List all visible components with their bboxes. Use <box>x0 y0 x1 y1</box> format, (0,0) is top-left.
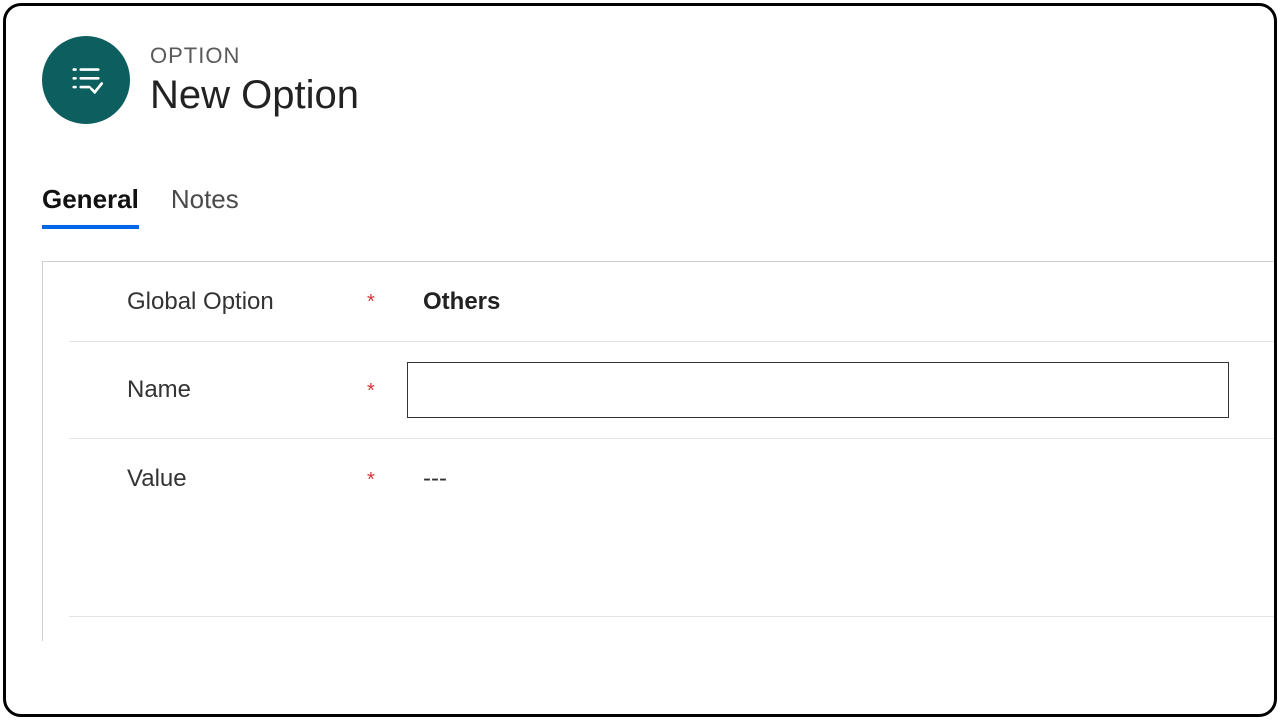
content-area: OPTION New Option General Notes Global O… <box>6 6 1274 714</box>
required-mark: * <box>367 467 407 492</box>
option-icon <box>42 36 130 124</box>
page-frame: OPTION New Option General Notes Global O… <box>3 3 1277 717</box>
row-global-option: Global Option * Others C <box>69 262 1277 342</box>
spacer-row <box>69 519 1277 617</box>
form-panel: Global Option * Others C Name * Value * … <box>42 261 1277 641</box>
page-header: OPTION New Option <box>42 36 1274 124</box>
value-global-option[interactable]: Others <box>407 288 1269 316</box>
label-name: Name <box>127 376 367 404</box>
input-wrap-name <box>407 362 1269 418</box>
page-title: New Option <box>150 73 359 117</box>
row-name: Name * <box>69 342 1277 439</box>
required-mark: * <box>367 378 407 403</box>
tab-general[interactable]: General <box>42 184 139 229</box>
value-value[interactable]: --- <box>407 465 1269 493</box>
header-eyebrow: OPTION <box>150 43 359 69</box>
label-value: Value <box>127 465 367 493</box>
required-mark: * <box>367 289 407 314</box>
label-global-option: Global Option <box>127 288 367 316</box>
row-value: Value * --- <box>69 439 1277 519</box>
tab-bar: General Notes <box>42 184 1274 229</box>
tab-notes[interactable]: Notes <box>171 184 239 229</box>
input-name[interactable] <box>407 362 1229 418</box>
header-text: OPTION New Option <box>150 43 359 117</box>
